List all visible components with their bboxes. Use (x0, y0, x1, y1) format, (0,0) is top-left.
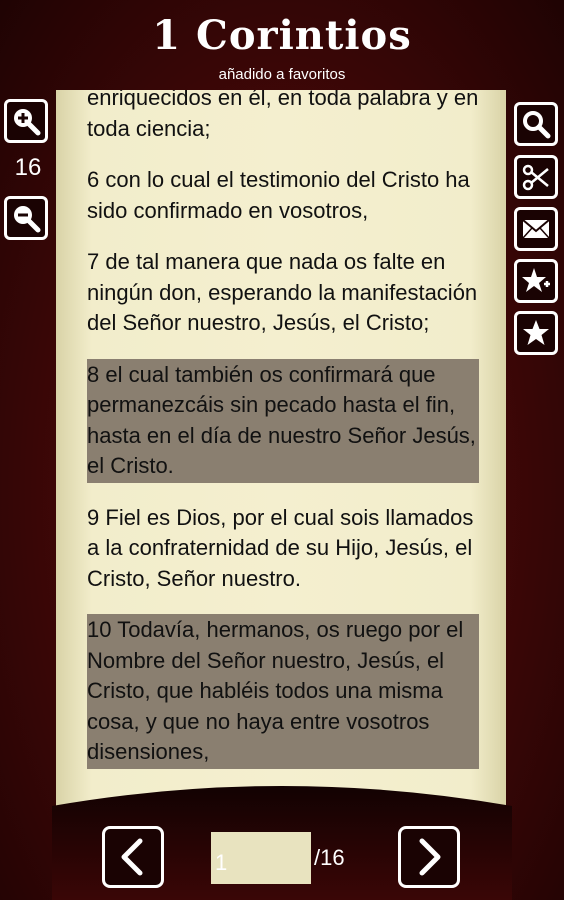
page-number-input[interactable] (211, 832, 311, 884)
search-icon (523, 111, 551, 139)
verse-number: 8 (87, 361, 100, 387)
star-plus-icon (522, 268, 550, 292)
chevron-right-icon (419, 838, 441, 876)
book-title: 1 Corintios (152, 12, 412, 59)
verse-text: Fiel es Dios, por el cual sois llamados … (87, 504, 474, 591)
verse-text: enriquecidos en él, en toda palabra y en… (87, 90, 479, 141)
email-button[interactable] (514, 207, 558, 251)
favorites-button[interactable] (514, 311, 558, 355)
zoom-out-button[interactable] (4, 196, 48, 240)
verse-text: el cual también os confirmará que perman… (87, 361, 476, 479)
zoom-in-button[interactable] (4, 99, 48, 143)
verse-text: de tal manera que nada os falte en ningú… (87, 249, 478, 335)
verse[interactable]: 6 con lo cual el testimonio del Cristo h… (87, 164, 479, 227)
next-page-button[interactable] (398, 826, 460, 888)
verse[interactable]: 7 de tal manera que nada os falte en nin… (87, 246, 479, 340)
verse-highlighted[interactable]: 10 Todavía, hermanos, os ruego por el No… (87, 614, 479, 769)
verse-number: 6 (87, 167, 100, 192)
verse-list: enriquecidos en él, en toda palabra y en… (87, 90, 479, 788)
add-favorite-button[interactable] (514, 259, 558, 303)
reading-area[interactable]: enriquecidos en él, en toda palabra y en… (56, 90, 506, 826)
font-size-value: 16 (14, 154, 42, 181)
verse-number: 10 (87, 617, 112, 642)
prev-page-button[interactable] (102, 826, 164, 888)
scissors-icon (522, 164, 549, 191)
star-icon (523, 320, 549, 345)
zoom-in-icon (14, 109, 41, 136)
verse[interactable]: enriquecidos en él, en toda palabra y en… (87, 90, 479, 145)
zoom-out-icon (14, 206, 41, 233)
verse-number: 9 (87, 504, 100, 530)
verse[interactable]: 9 Fiel es Dios, por el cual sois llamado… (87, 502, 479, 596)
verse-highlighted[interactable]: 8 el cual también os confirmará que perm… (87, 358, 479, 483)
status-message: añadido a favoritos (218, 66, 346, 83)
verse-number: 7 (87, 249, 100, 274)
chevron-left-icon (121, 838, 143, 876)
search-button[interactable] (514, 102, 558, 146)
page-total: /16 (314, 845, 345, 870)
cut-button[interactable] (514, 155, 558, 199)
envelope-icon (522, 219, 550, 239)
verse-text: con lo cual el testimonio del Cristo ha … (87, 167, 470, 223)
verse-text: Todavía, hermanos, os ruego por el Nombr… (87, 617, 464, 764)
